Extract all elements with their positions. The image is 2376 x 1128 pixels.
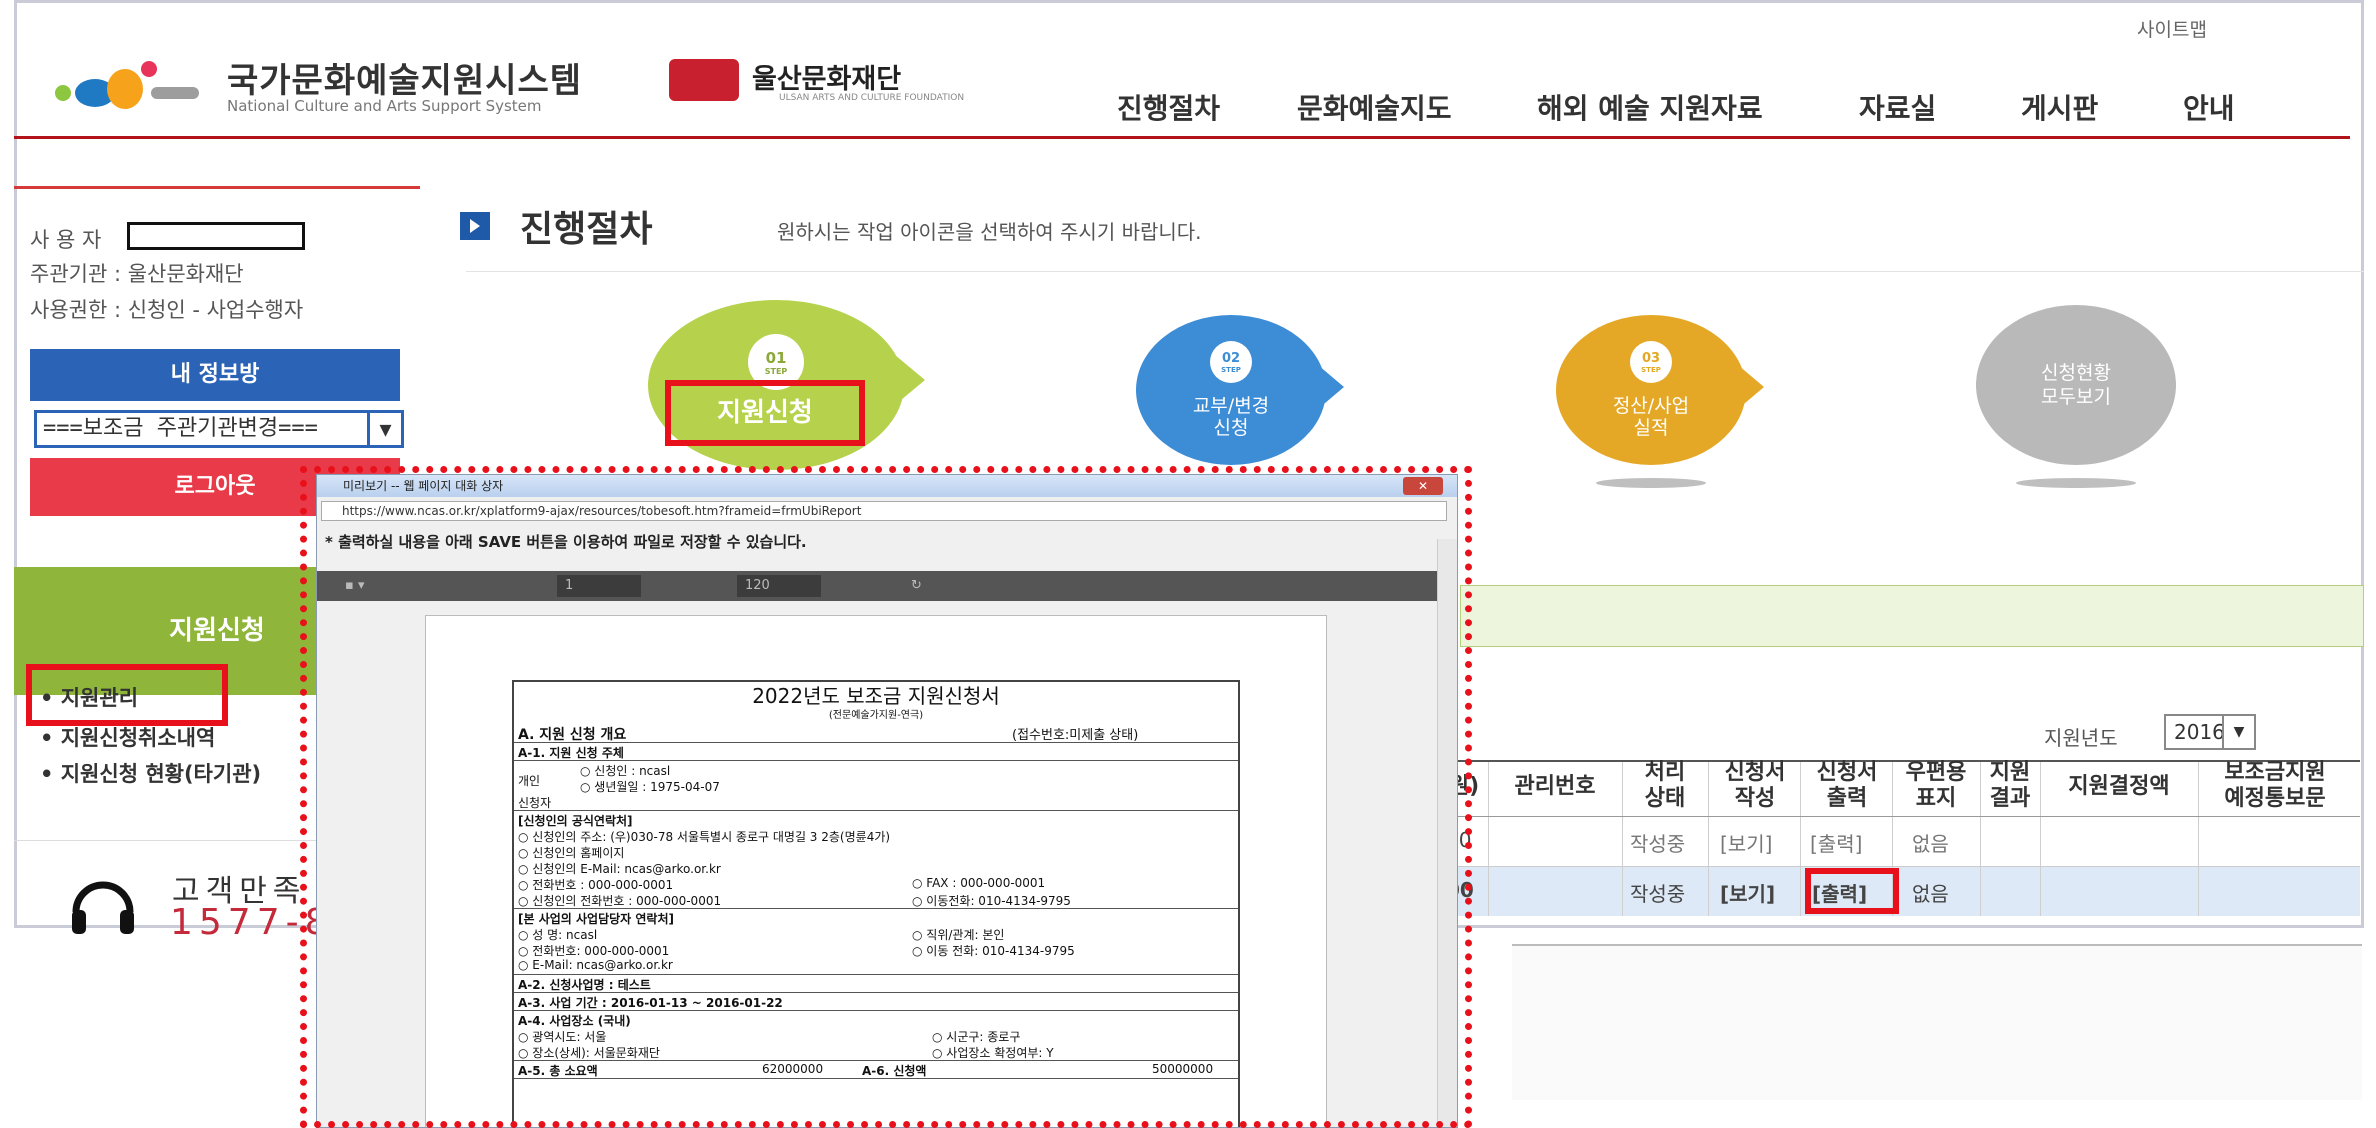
header-divider-line (1440, 816, 2360, 817)
partner-subtitle: ULSAN ARTS AND CULTURE FOUNDATION (779, 93, 965, 103)
headset-icon (72, 881, 134, 934)
page-description: 원하시는 작업 아이콘을 선택하여 주시기 바랍니다. (777, 220, 1202, 244)
user-label: 사 용 자 (30, 228, 102, 252)
year-select-value: 2016 (2174, 720, 2225, 744)
row2-cover: 없음 (1912, 882, 1949, 906)
title-arrow-icon (460, 212, 490, 240)
lower-panel-border (1512, 944, 2362, 946)
step-settlement[interactable]: 03 STEP 정산/사업 실적 (1556, 315, 1746, 465)
highlight-preview-dialog (300, 466, 1472, 1128)
step-pointer (1318, 365, 1344, 409)
row2-view-link[interactable]: [보기] (1720, 878, 1775, 907)
step-settlement-label: 정산/사업 실적 (1612, 395, 1690, 439)
chevron-down-icon[interactable]: ▼ (2222, 716, 2254, 748)
col-decided-amount: 지원결정액 (2068, 774, 2170, 799)
col-divider (1488, 762, 1489, 916)
row2-status: 작성중 (1630, 882, 1686, 906)
col-divider (2198, 762, 2199, 916)
sidebar-top-border (14, 186, 420, 189)
row1-view-link[interactable]: [보기] (1720, 828, 1772, 857)
step-grant-change-label: 교부/변경 신청 (1192, 395, 1270, 439)
step-number-badge: 02 STEP (1210, 341, 1252, 383)
highlight-print-link (1805, 868, 1899, 914)
col-divider (1622, 762, 1623, 916)
step-number-badge: 03 STEP (1630, 341, 1672, 383)
step-shadow (1596, 478, 1706, 488)
step-shadow (2016, 478, 2136, 488)
nav-archive[interactable]: 자료실 (1859, 87, 1936, 127)
year-label: 지원년도 (2044, 726, 2118, 750)
page-title: 진행절차 (520, 209, 653, 250)
row1-cover: 없음 (1912, 832, 1949, 856)
notice-band (1460, 585, 2364, 647)
row1-print-link[interactable]: [출력] (1810, 828, 1862, 857)
col-form-write: 신청서 작성 (1724, 760, 1786, 811)
chevron-down-icon[interactable]: ▼ (367, 413, 401, 445)
org-line: 주관기관 : 울산문화재단 (30, 262, 244, 286)
step-apply-label: 지원신청 (717, 398, 813, 428)
year-select[interactable]: 2016 ▼ (2164, 714, 2256, 750)
logo-subtitle: National Culture and Arts Support System (227, 97, 542, 115)
logo-title[interactable]: 국가문화예술지원시스템 (227, 53, 582, 102)
col-result: 지원 결과 (1989, 760, 2031, 811)
step-grant-change[interactable]: 02 STEP 교부/변경 신청 (1136, 315, 1326, 465)
sitemap-link[interactable]: 사이트맵 (2137, 15, 2207, 42)
step-view-all-label: 신청현황 모두보기 (2041, 362, 2111, 408)
menu-item-status-other[interactable]: • 지원신청 현황(타기관) (40, 758, 261, 788)
menu-item-cancel-history[interactable]: • 지원신청취소내역 (40, 722, 215, 752)
row-divider-line (1440, 866, 2360, 867)
step-pointer (1738, 365, 1764, 409)
col-notice-doc: 보조금지원 예정통보문 (2224, 760, 2326, 811)
col-divider (1980, 762, 1981, 916)
step-view-all[interactable]: 신청현황 모두보기 (1976, 305, 2176, 465)
col-form-print: 신청서 출력 (1816, 760, 1878, 811)
nav-overseas[interactable]: 해외 예술 지원자료 (1537, 87, 1763, 127)
nav-board[interactable]: 게시판 (2021, 87, 2098, 127)
partner-name[interactable]: 울산문화재단 (752, 57, 901, 96)
highlight-support-manage (26, 664, 228, 726)
role-line: 사용권한 : 신청인 - 사업수행자 (30, 298, 304, 322)
user-name-box (127, 222, 305, 250)
org-change-select[interactable]: ===보조금 주관기관변경=== ▼ (34, 410, 404, 448)
step-pointer (895, 355, 925, 405)
table-row-selected-bg (1440, 866, 2360, 916)
lower-panel (1512, 944, 2362, 1100)
col-mgmt-no: 관리번호 (1514, 774, 1596, 799)
col-status: 처리 상태 (1644, 760, 1686, 811)
org-select-value: ===보조금 주관기관변경=== (43, 416, 318, 441)
nav-guide[interactable]: 안내 (2183, 87, 2235, 127)
col-mail-cover: 우편용 표지 (1905, 760, 1967, 811)
row1-status: 작성중 (1630, 832, 1686, 856)
nav-culture-map[interactable]: 문화예술지도 (1297, 87, 1452, 127)
header-divider (14, 136, 2350, 139)
col-divider (1800, 762, 1801, 916)
logo-icon (55, 61, 199, 109)
ulsan-seal-logo (669, 59, 739, 101)
col-divider (2040, 762, 2041, 916)
col-divider (1708, 762, 1709, 916)
nav-process[interactable]: 진행절차 (1117, 87, 1220, 127)
my-info-button[interactable]: 내 정보방 (30, 349, 400, 401)
